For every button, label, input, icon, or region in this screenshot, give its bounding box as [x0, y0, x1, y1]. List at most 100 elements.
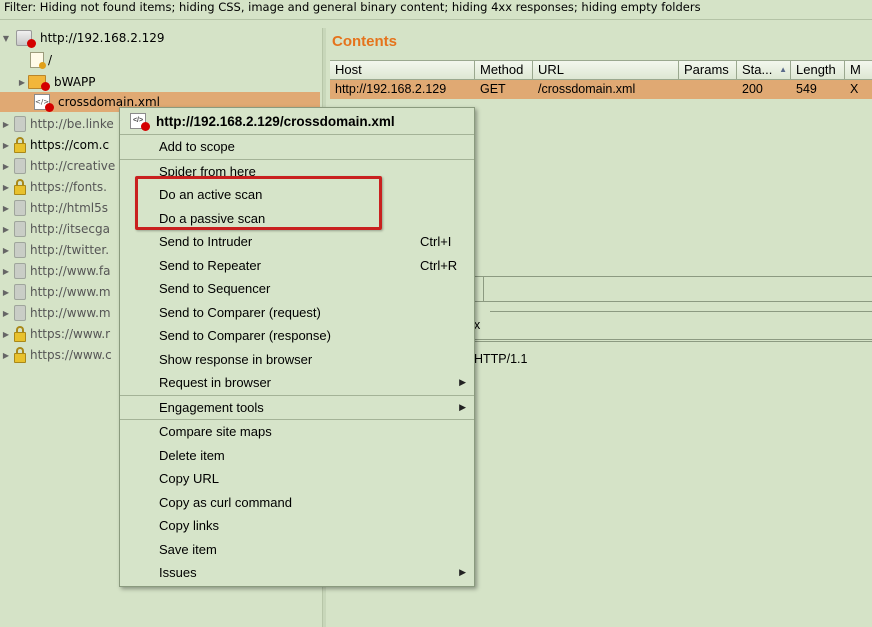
tree-item-host-192-168-2-129[interactable]: ▼ http://192.168.2.129: [0, 28, 320, 48]
submenu-arrow-icon: ▶: [459, 567, 466, 577]
menu-item-send-to-comparer-response[interactable]: Send to Comparer (response): [120, 324, 474, 348]
host-icon: [16, 30, 36, 48]
cell-host: http://192.168.2.129: [335, 82, 447, 96]
tree-item-label: http://creative: [30, 159, 116, 173]
cell-status: 200: [742, 82, 763, 96]
tree-item-label: http://192.168.2.129: [40, 31, 165, 45]
menu-item-issues[interactable]: Issues ▶: [120, 561, 474, 585]
menu-item-engagement-tools[interactable]: Engagement tools ▶: [120, 396, 474, 420]
host-icon: [14, 263, 26, 279]
shortcut-label: Ctrl+R: [420, 257, 458, 273]
collapsed-arrow-icon[interactable]: ▶: [0, 183, 12, 192]
menu-item-send-to-repeater[interactable]: Send to Repeater Ctrl+R: [120, 254, 474, 278]
tree-item-label: https://www.c: [30, 348, 112, 362]
collapsed-arrow-icon[interactable]: ▶: [0, 267, 12, 276]
contents-table: Host Method URL Params Sta... ▲ Length M…: [330, 60, 872, 99]
lock-icon: [14, 347, 26, 363]
host-icon: [14, 242, 26, 258]
lock-icon: [14, 326, 26, 342]
menu-item-label: Send to Repeater: [159, 257, 261, 273]
lock-icon: [14, 179, 26, 195]
menu-item-send-to-intruder[interactable]: Send to Intruder Ctrl+I: [120, 230, 474, 254]
table-row[interactable]: http://192.168.2.129 GET /crossdomain.xm…: [330, 80, 872, 99]
menu-item-send-to-sequencer[interactable]: Send to Sequencer: [120, 277, 474, 301]
collapsed-arrow-icon[interactable]: ▶: [0, 225, 12, 234]
host-icon: [14, 305, 26, 321]
filter-bar[interactable]: Filter: Hiding not found items; hiding C…: [0, 0, 872, 20]
file-icon: [30, 52, 46, 69]
column-header-params[interactable]: Params: [679, 61, 737, 79]
menu-item-delete-item[interactable]: Delete item: [120, 444, 474, 468]
tree-item-label: https://fonts.: [30, 180, 107, 194]
menu-item-request-in-browser[interactable]: Request in browser ▶: [120, 371, 474, 395]
context-menu: </> http://192.168.2.129/crossdomain.xml…: [119, 107, 475, 587]
collapsed-arrow-icon[interactable]: ▶: [0, 330, 12, 339]
xml-file-icon: </>: [130, 113, 150, 131]
submenu-arrow-icon: ▶: [459, 401, 466, 412]
host-icon: [14, 284, 26, 300]
red-dot-icon: [141, 122, 150, 131]
collapsed-arrow-icon[interactable]: ▶: [0, 288, 12, 297]
tree-item-bwapp[interactable]: ▶ bWAPP: [0, 72, 320, 92]
menu-item-add-to-scope[interactable]: Add to scope: [120, 135, 474, 159]
tree-item-label: http://html5s: [30, 201, 108, 215]
table-header: Host Method URL Params Sta... ▲ Length M: [330, 60, 872, 80]
menu-item-active-scan[interactable]: Do an active scan: [120, 183, 474, 207]
column-header-length[interactable]: Length: [791, 61, 845, 79]
menu-item-copy-links[interactable]: Copy links: [120, 514, 474, 538]
menu-item-copy-as-curl-command[interactable]: Copy as curl command: [120, 491, 474, 515]
menu-item-show-response-in-browser[interactable]: Show response in browser: [120, 348, 474, 372]
collapsed-arrow-icon[interactable]: ▶: [0, 204, 12, 213]
menu-item-send-to-comparer-request[interactable]: Send to Comparer (request): [120, 301, 474, 325]
shortcut-label: Ctrl+I: [420, 234, 452, 249]
menu-item-label: Engagement tools: [159, 399, 264, 415]
request-tab-edge[interactable]: [474, 277, 484, 302]
menu-item-label: Request in browser: [159, 375, 271, 390]
host-icon: [14, 221, 26, 237]
collapsed-arrow-icon[interactable]: ▶: [16, 78, 28, 87]
menu-item-spider-from-here[interactable]: Spider from here: [120, 160, 474, 184]
request-line-text: HTTP/1.1: [474, 352, 528, 366]
context-menu-title: http://192.168.2.129/crossdomain.xml: [156, 113, 395, 129]
column-header-status[interactable]: Sta... ▲: [737, 61, 791, 79]
collapsed-arrow-icon[interactable]: ▶: [0, 351, 12, 360]
collapsed-arrow-icon[interactable]: ▶: [0, 162, 12, 171]
context-menu-header: </> http://192.168.2.129/crossdomain.xml: [120, 108, 474, 135]
panel-divider: [474, 301, 872, 302]
menu-item-copy-url[interactable]: Copy URL: [120, 467, 474, 491]
menu-item-label: Issues: [159, 565, 197, 580]
cell-url: /crossdomain.xml: [538, 82, 636, 96]
tree-item-label: https://com.c: [30, 138, 110, 152]
tree-item-label: /: [48, 53, 53, 67]
panel-divider: [474, 276, 872, 277]
submenu-arrow-icon: ▶: [459, 377, 466, 387]
tree-item-root-path[interactable]: /: [0, 50, 320, 70]
column-header-url[interactable]: URL: [533, 61, 679, 79]
tree-item-label: http://itsecga: [30, 222, 111, 236]
cell-params: [679, 80, 737, 99]
expand-arrow-icon[interactable]: ▼: [0, 34, 12, 43]
column-header-host[interactable]: Host: [330, 61, 475, 79]
cell-length: 549: [796, 82, 817, 96]
panel-divider: [490, 311, 872, 312]
menu-item-save-item[interactable]: Save item: [120, 538, 474, 562]
collapsed-arrow-icon[interactable]: ▶: [0, 141, 12, 150]
red-dot-icon: [45, 103, 54, 112]
xml-file-icon: </>: [34, 94, 54, 112]
menu-item-passive-scan[interactable]: Do a passive scan: [120, 207, 474, 231]
tree-item-label: https://www.r: [30, 327, 111, 341]
contents-title: Contents: [332, 33, 397, 50]
tree-item-label: http://www.m: [30, 285, 111, 299]
menu-item-label: Send to Intruder: [159, 234, 253, 249]
sort-ascending-icon: ▲: [779, 65, 787, 74]
collapsed-arrow-icon[interactable]: ▶: [0, 309, 12, 318]
tree-item-label: http://be.linke: [30, 117, 114, 131]
column-header-method[interactable]: Method: [475, 61, 533, 79]
collapsed-arrow-icon[interactable]: ▶: [0, 246, 12, 255]
collapsed-arrow-icon[interactable]: ▶: [0, 120, 12, 129]
menu-item-compare-site-maps[interactable]: Compare site maps: [120, 420, 474, 444]
panel-divider: [474, 339, 872, 342]
host-icon: [14, 200, 26, 216]
column-header-m[interactable]: M: [845, 61, 872, 79]
folder-icon: [28, 75, 50, 91]
